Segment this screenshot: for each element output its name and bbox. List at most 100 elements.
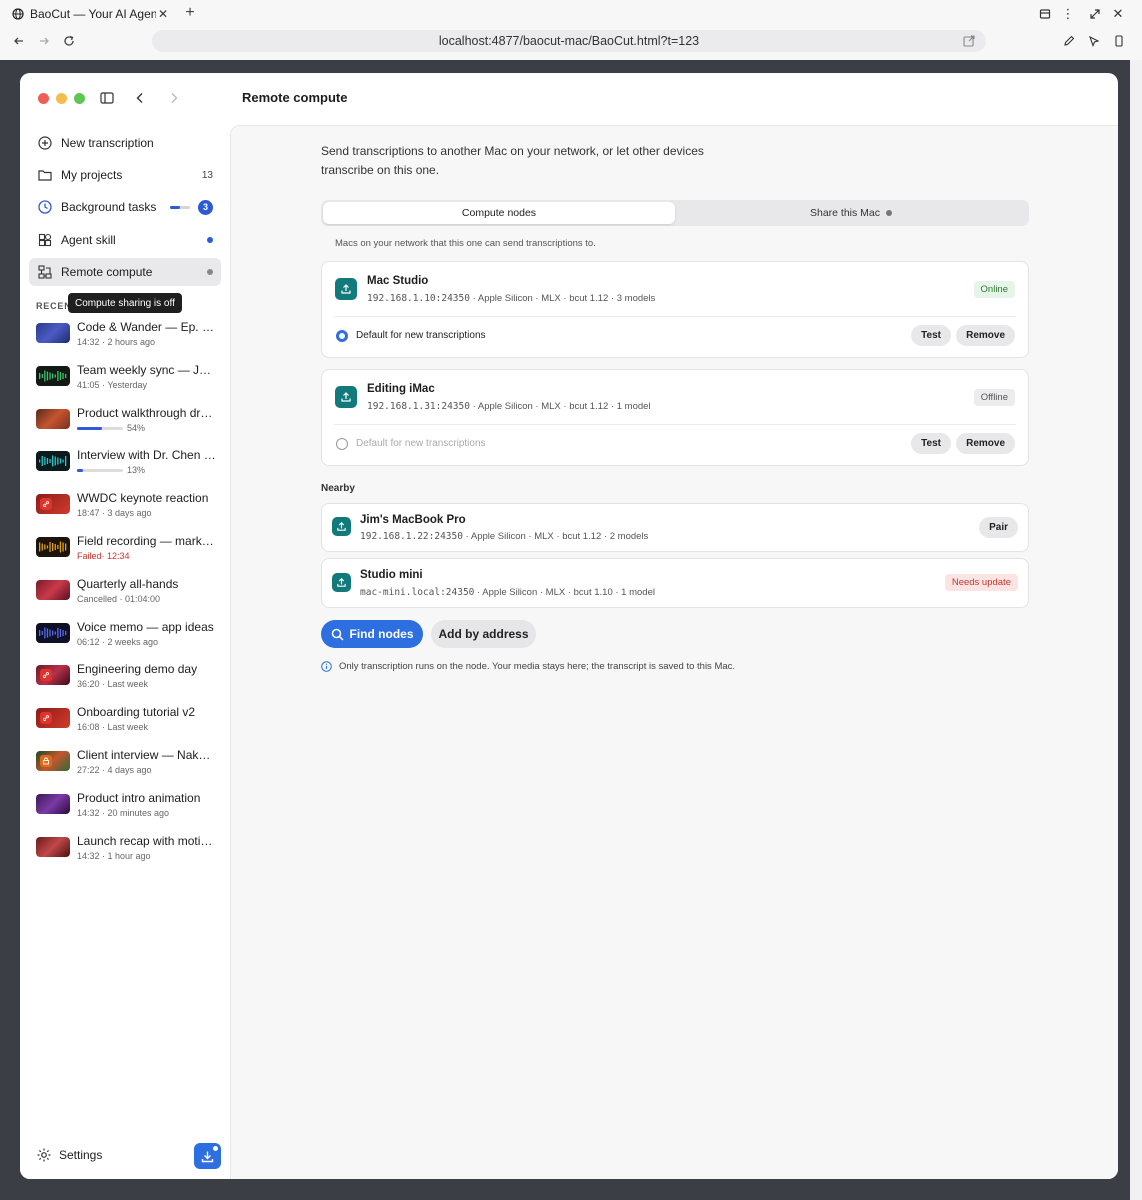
default-label: Default for new transcriptions xyxy=(356,330,486,341)
intro-text: Send transcriptions to another Mac on yo… xyxy=(321,144,704,177)
node-details: 192.168.1.10:24350 · Apple Silicon · MLX… xyxy=(367,293,656,304)
add-by-address-button[interactable]: Add by address xyxy=(431,620,536,648)
nav-label: New transcription xyxy=(61,136,154,150)
recent-meta: Failed · 12:34 xyxy=(77,551,130,561)
test-button[interactable]: Test xyxy=(911,325,951,346)
open-external-icon[interactable] xyxy=(962,34,976,48)
browser-chrome: BaoCut — Your AI Agen ✕ + ⋮ ✕ localhost:… xyxy=(0,0,1142,60)
recent-item[interactable]: Engineering demo day 36:20 · Last week xyxy=(36,662,216,698)
recent-title: Launch recap with moti… xyxy=(77,833,213,848)
browser-tab[interactable]: BaoCut — Your AI Agen ✕ xyxy=(6,4,176,24)
recent-meta: 27:22 · 4 days ago xyxy=(77,765,152,775)
card-divider xyxy=(334,316,1016,317)
maximize-icon[interactable] xyxy=(1086,6,1104,22)
reload-icon[interactable] xyxy=(60,32,78,50)
recent-meta: 14:32 · 1 hour ago xyxy=(77,850,151,861)
waveform-icon xyxy=(39,455,67,467)
nav-new-transcription[interactable]: New transcription xyxy=(29,129,221,157)
info-note: Only transcription runs on the node. You… xyxy=(321,661,735,672)
recent-item[interactable]: WWDC keynote reaction 18:47 · 3 days ago xyxy=(36,491,216,527)
recent-meta: 18:47 · 3 days ago xyxy=(77,508,152,519)
nav-agent-skill[interactable]: Agent skill xyxy=(29,226,221,254)
node-upload-icon xyxy=(335,386,357,408)
recent-thumbnail xyxy=(36,408,70,429)
node-upload-icon xyxy=(332,517,351,536)
recent-item[interactable]: Launch recap with moti… 14:32 · 1 hour ag… xyxy=(36,834,216,870)
close-window-icon[interactable]: ✕ xyxy=(1109,6,1127,22)
default-radio-selected[interactable] xyxy=(336,330,348,342)
tab-search-icon[interactable] xyxy=(1036,6,1054,22)
recent-item[interactable]: Team weekly sync — Ju… 41:05 · Yesterday xyxy=(36,363,216,399)
menu-dots-icon[interactable]: ⋮ xyxy=(1059,6,1077,22)
node-name: Studio mini xyxy=(360,569,423,581)
link-icon xyxy=(40,498,52,511)
nearby-label: Nearby xyxy=(321,483,355,494)
remote-compute-dot xyxy=(207,269,213,275)
close-tab-icon[interactable]: ✕ xyxy=(156,7,170,21)
recent-thumbnail xyxy=(36,793,70,814)
status-badge: Offline xyxy=(973,389,1015,406)
recent-item[interactable]: Product walkthrough dr… 54% xyxy=(36,406,216,442)
recent-meta: 14:32 · 2 hours ago xyxy=(77,337,156,347)
agent-skill-dot xyxy=(207,237,213,243)
recent-item[interactable]: Quarterly all-hands Cancelled · 01:04:00 xyxy=(36,577,216,613)
recent-title: WWDC keynote reaction xyxy=(77,491,209,506)
test-button[interactable]: Test xyxy=(911,433,951,454)
nav-remote-compute[interactable]: Remote compute xyxy=(29,258,221,286)
recent-item[interactable]: Code & Wander — Ep. 42… 14:32 · 2 hours a… xyxy=(36,320,216,356)
recent-item[interactable]: Field recording — marke… Failed · 12:34 xyxy=(36,534,216,570)
recent-item[interactable]: Onboarding tutorial v2 16:08 · Last week xyxy=(36,705,216,741)
zoom-traffic-light[interactable] xyxy=(74,93,85,104)
recent-meta: Cancelled · 01:04:00 xyxy=(77,593,161,604)
back-icon[interactable] xyxy=(10,32,28,50)
forward-chevron-icon[interactable] xyxy=(165,89,183,107)
recent-thumbnail xyxy=(36,751,70,771)
device-icon[interactable] xyxy=(1110,32,1128,50)
new-tab-button[interactable]: + xyxy=(182,4,198,22)
recent-item[interactable]: Voice memo — app ideas 06:12 · 2 weeks ag… xyxy=(36,620,216,656)
find-nodes-button[interactable]: Find nodes xyxy=(321,620,423,648)
close-traffic-light[interactable] xyxy=(38,93,49,104)
node-name: Mac Studio xyxy=(367,275,429,287)
recent-text: Product walkthrough dr… 54% xyxy=(77,406,216,435)
nav-label: Background tasks xyxy=(61,200,157,214)
recent-item[interactable]: Client interview — Naka… 27:22 · 4 days a… xyxy=(36,748,216,784)
recent-title: Client interview — Naka… xyxy=(77,748,216,762)
download-button[interactable] xyxy=(194,1143,221,1169)
remove-button[interactable]: Remove xyxy=(956,325,1015,346)
edit-pen-icon[interactable] xyxy=(1060,32,1078,50)
pair-button[interactable]: Pair xyxy=(979,517,1018,538)
node-details: 192.168.1.22:24350 · Apple Silicon · MLX… xyxy=(360,531,649,542)
nav-background-tasks[interactable]: Background tasks 3 xyxy=(29,193,221,221)
link-icon xyxy=(40,669,52,682)
sidebar-toggle-icon[interactable] xyxy=(98,89,116,107)
recent-item[interactable]: Product intro animation 14:32 · 20 minute… xyxy=(36,791,216,827)
recent-meta: 41:05 · Yesterday xyxy=(77,379,148,390)
select-cursor-icon[interactable] xyxy=(1085,32,1103,50)
lock-icon xyxy=(40,755,52,767)
nearby-card-studio-mini: Studio mini mac-mini.local:24350 · Apple… xyxy=(321,558,1029,608)
recent-thumbnail xyxy=(36,365,70,386)
recent-title: Interview with Dr. Chen … xyxy=(77,448,216,463)
nav-label: My projects xyxy=(61,168,123,182)
recent-text: Launch recap with moti… 14:32 · 1 hour ag… xyxy=(77,834,216,863)
back-chevron-icon[interactable] xyxy=(131,89,149,107)
recent-item[interactable]: Interview with Dr. Chen … 13% xyxy=(36,448,216,484)
minimize-traffic-light[interactable] xyxy=(56,93,67,104)
recent-title: Quarterly all-hands xyxy=(77,576,179,591)
node-details: 192.168.1.31:24350 · Apple Silicon · MLX… xyxy=(367,401,651,412)
settings-button[interactable]: Settings xyxy=(36,1147,102,1163)
remove-button[interactable]: Remove xyxy=(956,433,1015,454)
recent-title: Field recording — marke… xyxy=(77,534,216,548)
default-radio[interactable] xyxy=(336,438,348,450)
network-icon xyxy=(37,264,53,280)
forward-icon[interactable] xyxy=(35,32,53,50)
recent-text: Onboarding tutorial v2 16:08 · Last week xyxy=(77,705,216,734)
node-card-mac-studio: Mac Studio 192.168.1.10:24350 · Apple Si… xyxy=(321,261,1029,358)
nav-my-projects[interactable]: My projects 13 xyxy=(29,161,221,189)
tab-share-this-mac[interactable]: Share this Mac xyxy=(675,202,1027,224)
tab-compute-nodes[interactable]: Compute nodes xyxy=(323,202,675,224)
address-bar[interactable]: localhost:4877/baocut-mac/BaoCut.html?t=… xyxy=(152,30,986,52)
node-upload-icon xyxy=(332,573,351,592)
clock-icon xyxy=(37,199,53,215)
